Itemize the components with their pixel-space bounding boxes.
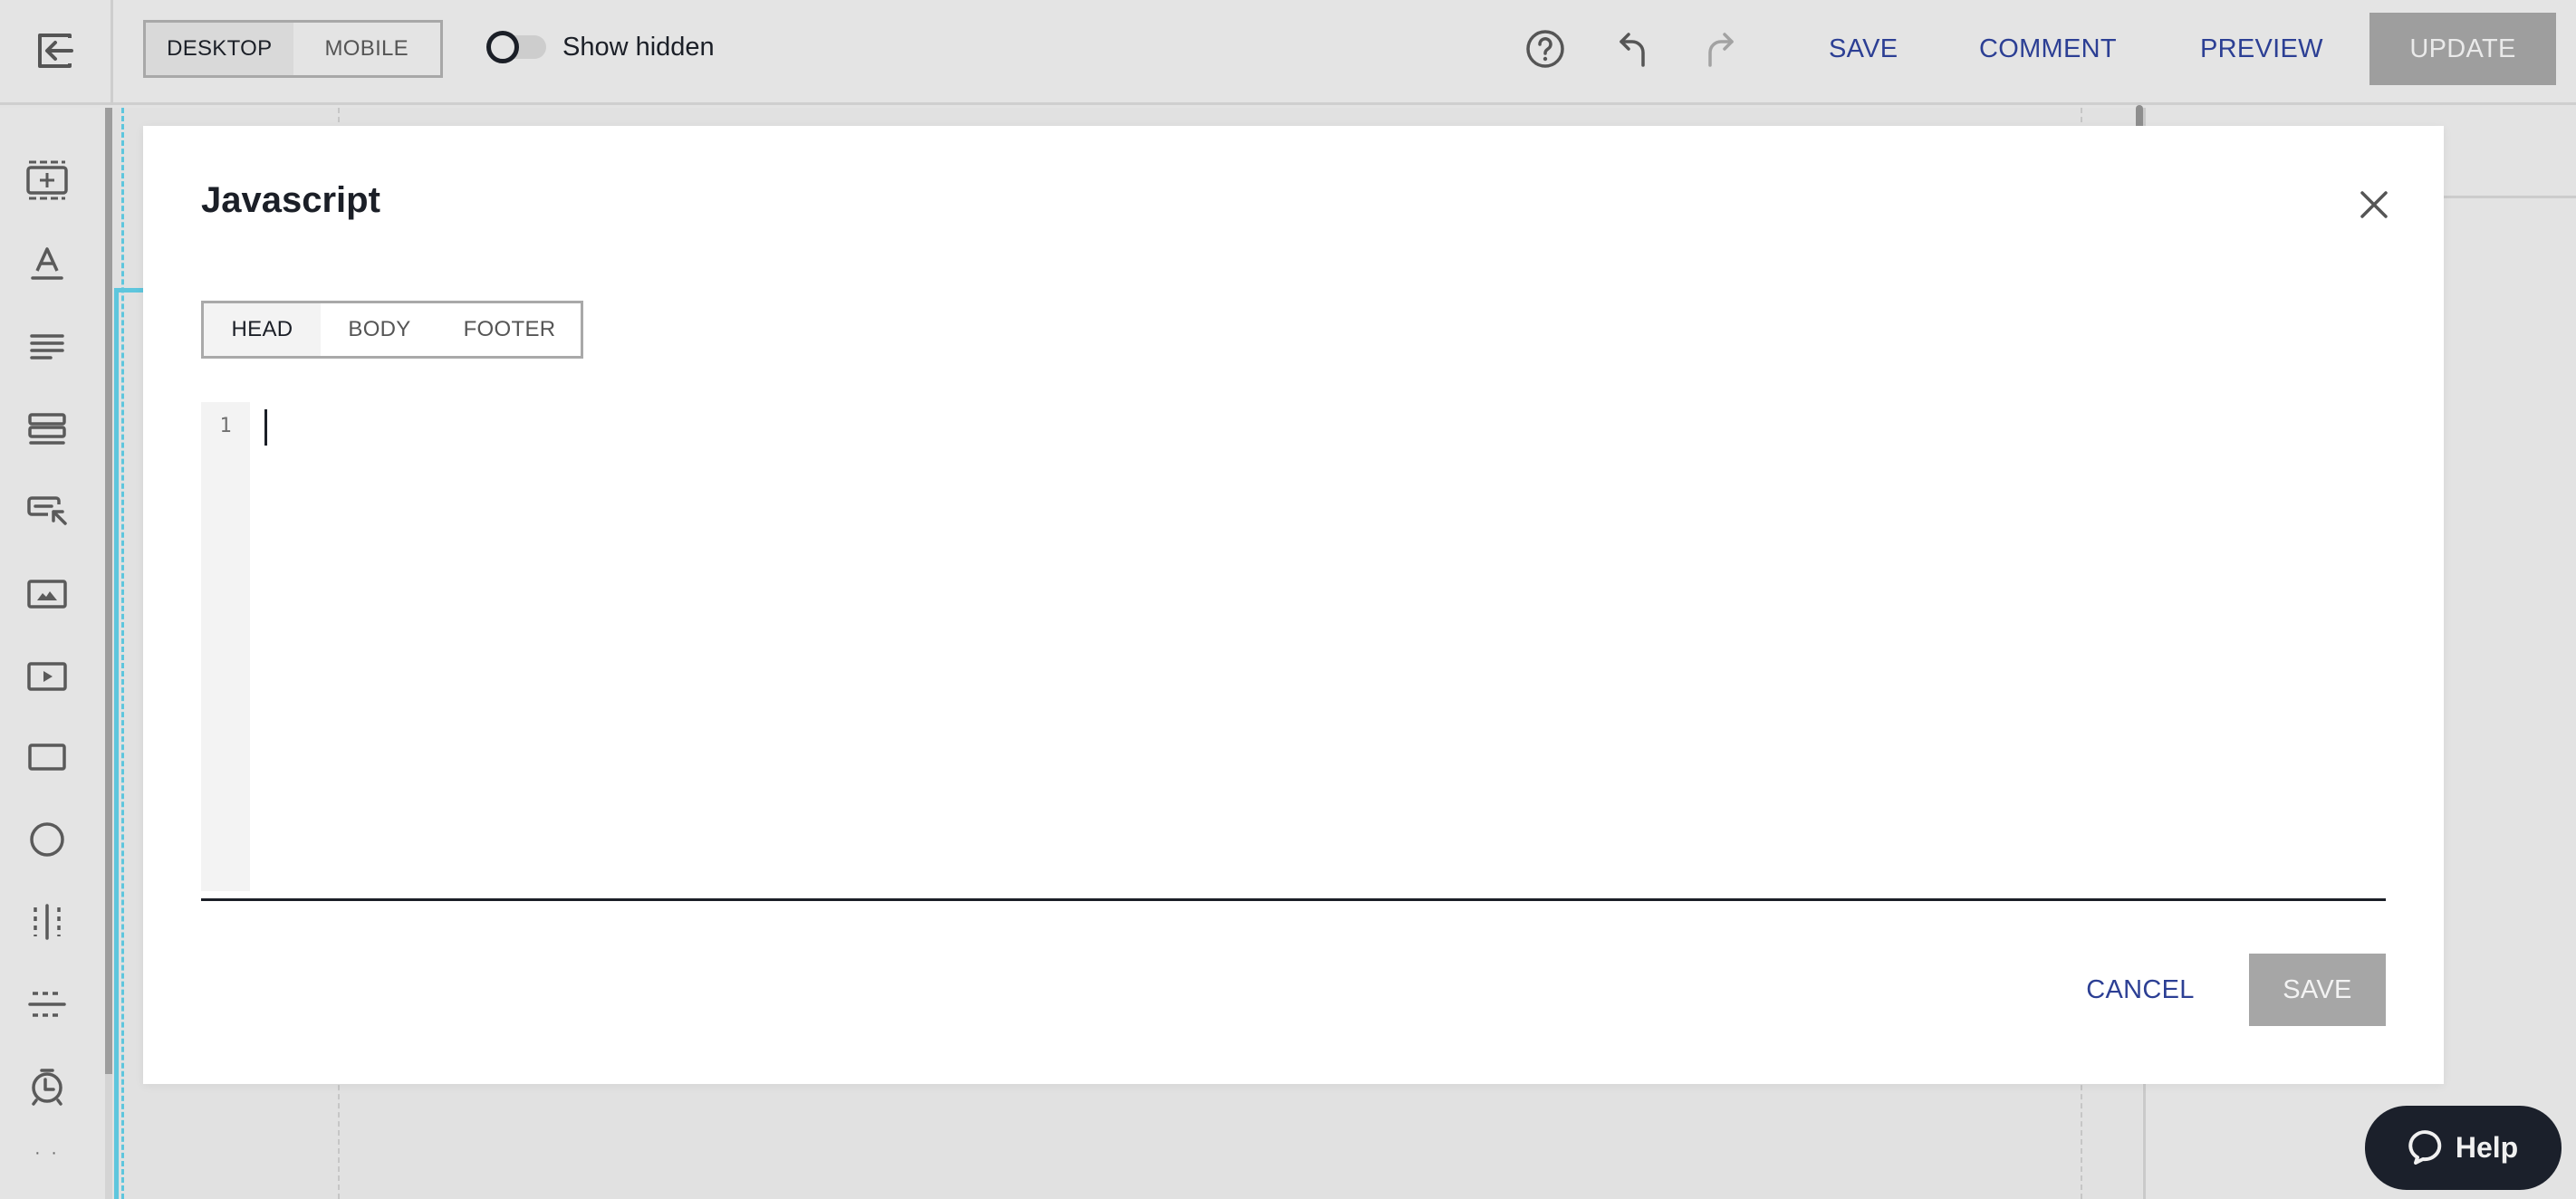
- list-icon: [27, 412, 67, 450]
- update-button[interactable]: UPDATE: [2369, 13, 2556, 85]
- toggle-knob: [486, 31, 519, 63]
- toggle-switch[interactable]: [486, 31, 546, 63]
- text-cursor: [264, 409, 267, 446]
- help-label: Help: [2455, 1131, 2519, 1164]
- exit-editor-button[interactable]: [0, 0, 113, 105]
- tool-vertical-line[interactable]: [20, 897, 74, 951]
- tool-add-section[interactable]: [20, 155, 74, 209]
- tool-horizontal-line[interactable]: [20, 979, 74, 1033]
- preview-button[interactable]: PREVIEW: [2200, 31, 2323, 67]
- help-button[interactable]: [1522, 27, 1569, 74]
- line-number-gutter: 1: [201, 402, 250, 891]
- exit-to-left-icon: [35, 33, 75, 73]
- tool-paragraph[interactable]: [20, 321, 74, 376]
- text-icon: [29, 245, 65, 286]
- code-editor[interactable]: 1: [201, 402, 2386, 891]
- view-mode-desktop[interactable]: DESKTOP: [146, 23, 293, 75]
- redo-button[interactable]: [1696, 27, 1743, 74]
- image-icon: [27, 579, 67, 613]
- video-icon: [27, 661, 67, 695]
- horizontal-line-icon: [28, 990, 66, 1023]
- modal-title: Javascript: [201, 180, 380, 220]
- modal-close-button[interactable]: [2351, 184, 2397, 229]
- add-section-icon: [25, 160, 69, 205]
- tool-text[interactable]: [20, 238, 74, 293]
- paragraph-icon: [29, 332, 65, 366]
- tool-image[interactable]: [20, 569, 74, 623]
- vertical-line-icon: [31, 903, 63, 945]
- save-button[interactable]: SAVE: [1829, 31, 1898, 67]
- tab-body[interactable]: BODY: [321, 303, 438, 356]
- tab-footer[interactable]: FOOTER: [438, 303, 581, 356]
- tool-circle[interactable]: [20, 814, 74, 868]
- undo-button[interactable]: [1610, 27, 1658, 74]
- rectangle-icon: [28, 743, 66, 775]
- view-mode-toggle: DESKTOP MOBILE: [143, 20, 443, 78]
- help-circle-icon: [1524, 28, 1566, 74]
- line-number: 1: [219, 415, 232, 437]
- selected-section-outline: [114, 288, 119, 1199]
- show-hidden-label: Show hidden: [562, 32, 715, 62]
- editor-underline: [201, 898, 2386, 901]
- tab-head[interactable]: HEAD: [204, 303, 321, 356]
- tool-video[interactable]: [20, 651, 74, 705]
- chat-bubble-icon: [2408, 1127, 2445, 1169]
- tool-list[interactable]: [20, 404, 74, 458]
- tool-timer[interactable]: [20, 1061, 74, 1116]
- top-toolbar: DESKTOP MOBILE Show hidden SAVE COMMENT …: [0, 0, 2576, 105]
- cancel-button[interactable]: CANCEL: [2072, 954, 2208, 1026]
- close-icon: [2359, 189, 2389, 225]
- undo-icon: [1616, 29, 1652, 73]
- redo-icon: [1701, 29, 1737, 73]
- circle-icon: [29, 821, 65, 862]
- javascript-modal: Javascript HEAD BODY FOOTER 1 CANCEL SAV…: [143, 126, 2444, 1084]
- script-location-tabs: HEAD BODY FOOTER: [201, 301, 583, 359]
- show-hidden-toggle[interactable]: Show hidden: [486, 27, 715, 67]
- tools-more-indicator[interactable]: · ·: [20, 1143, 74, 1170]
- tool-add-section[interactable]: [20, 108, 74, 162]
- tool-button[interactable]: [20, 486, 74, 541]
- help-widget-button[interactable]: Help: [2365, 1106, 2562, 1190]
- tool-rectangle[interactable]: [20, 732, 74, 786]
- modal-save-button[interactable]: SAVE: [2249, 954, 2386, 1026]
- sidebar-scrollbar[interactable]: [105, 108, 112, 1074]
- canvas-margin-guide: [121, 108, 124, 1199]
- view-mode-mobile[interactable]: MOBILE: [293, 23, 441, 75]
- button-icon: [26, 495, 68, 532]
- timer-icon: [29, 1068, 65, 1110]
- comment-button[interactable]: COMMENT: [1979, 31, 2117, 67]
